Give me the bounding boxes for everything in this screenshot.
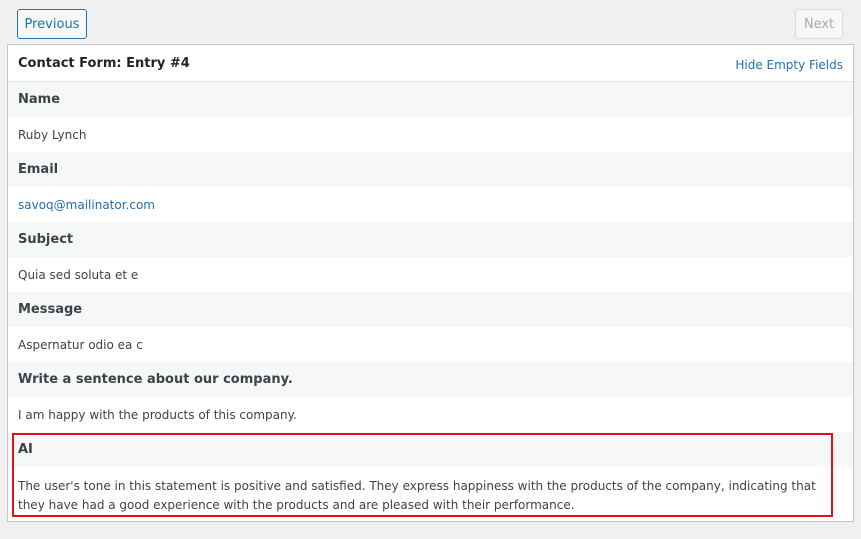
previous-button[interactable]: Previous [17, 9, 87, 39]
field-label-subject: Subject [8, 222, 853, 257]
field-label-message: Message [8, 292, 853, 327]
field-label-text: Message [18, 302, 83, 317]
field-value-text: Aspernatur odio ea c [18, 338, 143, 352]
field-value-text: I am happy with the products of this com… [18, 408, 297, 422]
entry-header: Contact Form: Entry #4 Hide Empty Fields [8, 45, 853, 82]
field-label-text: Email [18, 162, 59, 177]
field-value-message: Aspernatur odio ea c [8, 327, 853, 362]
field-value-name: Ruby Lynch [8, 117, 853, 152]
entry-title: Contact Form: Entry #4 [18, 56, 190, 71]
field-value-email: savoq@mailinator.com [8, 187, 853, 222]
field-value-company-sentence: I am happy with the products of this com… [8, 397, 853, 432]
field-label-name: Name [8, 82, 853, 117]
hide-empty-fields-link[interactable]: Hide Empty Fields [735, 58, 843, 72]
ai-response-text: The user's tone in this statement is pos… [18, 479, 816, 512]
field-value-text: Ruby Lynch [18, 128, 87, 142]
field-value-subject: Quia sed soluta et e [8, 257, 853, 292]
entry-panel: Contact Form: Entry #4 Hide Empty Fields… [7, 44, 854, 522]
email-link[interactable]: savoq@mailinator.com [18, 198, 155, 212]
field-value-text: Quia sed soluta et e [18, 268, 139, 282]
field-label-company-sentence: Write a sentence about our company. [8, 362, 853, 397]
field-label-text: Name [18, 92, 61, 107]
field-label-ai: AI [8, 432, 853, 467]
next-button: Next [795, 9, 843, 39]
field-label-text: AI [18, 442, 33, 457]
field-label-email: Email [8, 152, 853, 187]
field-value-ai: The user's tone in this statement is pos… [8, 467, 853, 521]
field-label-text: Write a sentence about our company. [18, 372, 293, 387]
field-label-text: Subject [18, 232, 74, 247]
